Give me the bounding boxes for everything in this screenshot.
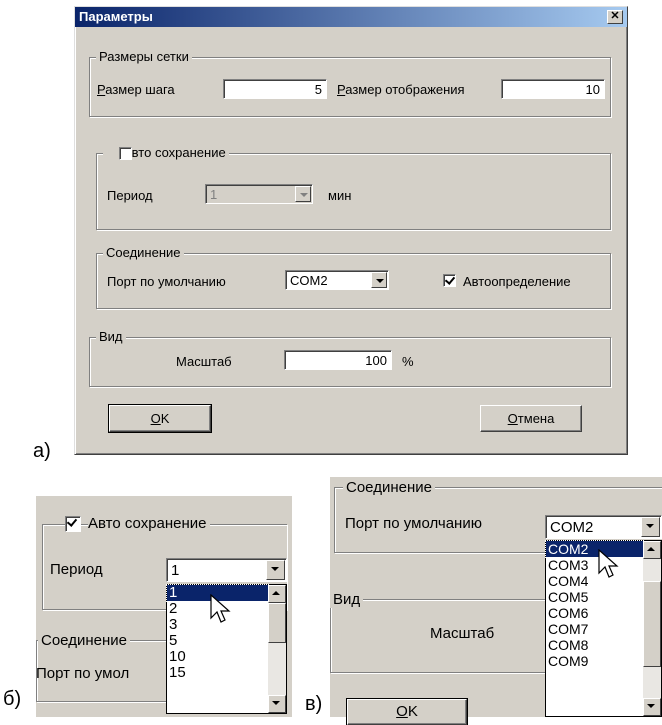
port-option[interactable]: COM6: [546, 605, 643, 621]
port-option[interactable]: COM3: [546, 557, 643, 573]
panel-v-port-select[interactable]: COM2: [545, 515, 662, 539]
panel-b-scrollbar[interactable]: [268, 585, 286, 713]
mouse-cursor-icon: [598, 549, 619, 578]
port-option[interactable]: COM4: [546, 573, 643, 589]
close-button[interactable]: ✕: [607, 10, 623, 24]
close-icon: ✕: [610, 10, 620, 22]
autodetect-label: Автоопределение: [463, 274, 571, 289]
default-port-label: Порт по умолчанию: [107, 274, 226, 289]
panel-b-autosave-checkbox[interactable]: [65, 516, 81, 532]
autosave-group: Авто сохранение Период 1 мин: [96, 145, 611, 230]
panel-v-port-value: COM2: [550, 519, 594, 536]
scroll-up-icon[interactable]: [268, 585, 286, 603]
port-option[interactable]: COM8: [546, 637, 643, 653]
default-port-select[interactable]: COM2: [285, 270, 389, 290]
port-option[interactable]: COM9: [546, 653, 643, 669]
scroll-down-icon[interactable]: [643, 698, 661, 716]
panel-v-scale-label: Масштаб: [430, 625, 495, 642]
grid-size-legend: Размеры сетки: [96, 49, 192, 64]
period-label: Период: [107, 188, 153, 203]
period-option[interactable]: 15: [167, 665, 268, 681]
scale-label: Масштаб: [176, 354, 232, 369]
panel-b-period-value: 1: [171, 562, 180, 579]
period-select[interactable]: 1: [205, 184, 313, 204]
chevron-down-icon: [266, 560, 285, 580]
panel-v: Соединение Порт по умолчанию COM2 Вид Ма…: [330, 477, 662, 725]
panel-b: Авто сохранение Период 1 Соединение Порт…: [36, 496, 292, 717]
panel-v-port-label: Порт по умолчанию: [345, 515, 482, 532]
scale-unit-label: %: [402, 354, 414, 369]
panel-b-autosave-label: Авто сохранение: [88, 515, 210, 532]
ok-button[interactable]: OK: [108, 404, 212, 433]
panel-v-ok-button[interactable]: OK: [346, 698, 468, 725]
panel-b-period-label: Период: [50, 561, 103, 578]
period-option[interactable]: 10: [167, 649, 268, 665]
dialog-title: Параметры: [79, 9, 153, 24]
chevron-down-icon: [641, 517, 660, 537]
view-legend: Вид: [96, 329, 126, 344]
dialog-titlebar: Параметры ✕: [75, 7, 627, 27]
caption-b: б): [3, 688, 22, 710]
default-port-value: COM2: [290, 273, 328, 288]
connection-group: Соединение Порт по умолчанию COM2 Автооп…: [96, 245, 611, 309]
panel-v-scrollbar[interactable]: [643, 541, 661, 716]
autosave-checkbox[interactable]: [119, 147, 132, 160]
scroll-down-icon[interactable]: [268, 695, 286, 713]
caption-a: а): [33, 440, 51, 462]
scroll-thumb[interactable]: [643, 581, 661, 667]
port-option[interactable]: COM5: [546, 589, 643, 605]
parameters-dialog: Параметры ✕ Размеры сетки Размер шага 5 …: [74, 6, 628, 455]
autodetect-checkbox[interactable]: [443, 274, 456, 287]
period-option[interactable]: 5: [167, 633, 268, 649]
grid-size-group: Размеры сетки Размер шага 5 Размер отобр…: [89, 49, 611, 117]
panel-v-port-options: COM2 COM3 COM4 COM5 COM6 COM7 COM8 COM9: [545, 540, 644, 669]
panel-b-connection-legend: Соединение: [38, 632, 130, 649]
scroll-thumb[interactable]: [268, 603, 286, 643]
panel-b-period-select[interactable]: 1: [166, 558, 287, 582]
panel-v-connection-legend: Соединение: [343, 479, 435, 496]
connection-legend: Соединение: [103, 245, 184, 260]
period-unit-label: мин: [328, 188, 352, 203]
step-size-label: Размер шага: [97, 82, 175, 97]
step-size-input[interactable]: 5: [223, 79, 327, 99]
scroll-up-icon[interactable]: [643, 541, 661, 559]
panel-v-view-legend: Вид: [330, 591, 364, 608]
chevron-down-icon: [295, 186, 311, 202]
view-group: Вид Масштаб 100 %: [89, 329, 611, 387]
mouse-cursor-icon: [210, 594, 231, 623]
scale-input[interactable]: 100: [284, 350, 392, 370]
panel-b-port-label: Порт по умол: [36, 665, 130, 682]
display-size-input[interactable]: 10: [501, 79, 605, 99]
chevron-down-icon: [371, 272, 387, 288]
caption-v: в): [305, 693, 323, 715]
port-option[interactable]: COM7: [546, 621, 643, 637]
cancel-button[interactable]: Отмена: [480, 405, 582, 432]
port-option[interactable]: COM2: [545, 540, 644, 558]
period-select-value: 1: [210, 187, 218, 202]
display-size-label: Размер отображения: [337, 82, 465, 97]
